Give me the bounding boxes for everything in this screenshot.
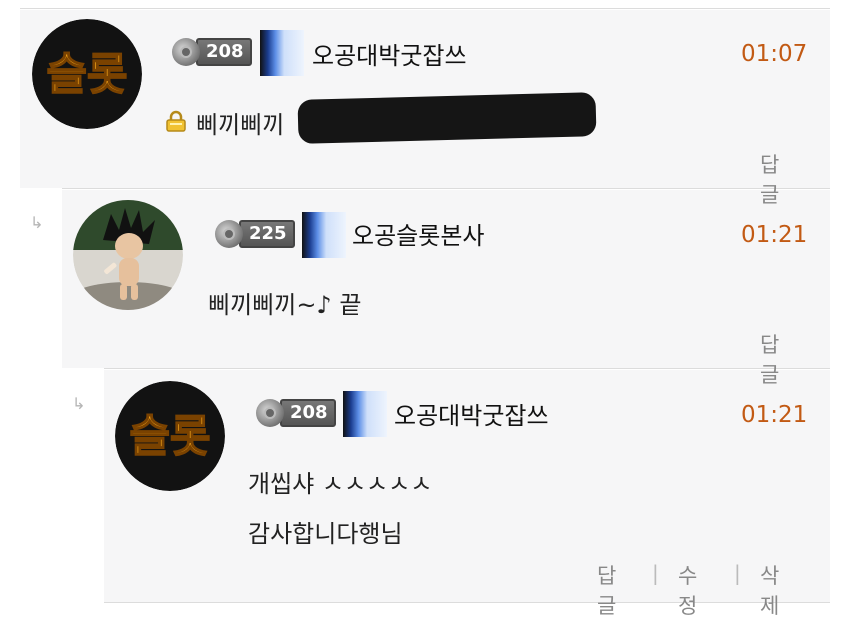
- reply-button[interactable]: 답글: [760, 329, 779, 389]
- level-badge: 208: [172, 38, 252, 66]
- author-nickname[interactable]: 오공대박굿잡쓰: [312, 36, 467, 71]
- grade-icon: [343, 391, 387, 437]
- reply-arrow-icon: ↳: [72, 394, 86, 413]
- separator: [62, 188, 830, 189]
- lock-icon: [165, 110, 187, 132]
- author-nickname[interactable]: 오공대박굿잡쓰: [394, 396, 549, 431]
- comment-text-line: 개씹샤 ㅅㅅㅅㅅㅅ: [248, 470, 433, 498]
- level-badge: 225: [215, 220, 295, 248]
- level-badge-icon: [215, 220, 243, 248]
- level-number: 208: [196, 38, 252, 66]
- grade-icon: [260, 30, 304, 76]
- action-divider: |: [734, 561, 741, 585]
- reply-button[interactable]: 답글: [597, 560, 616, 620]
- avatar-logo-text: 슬롯: [47, 49, 128, 100]
- avatar[interactable]: 슬롯: [115, 381, 225, 491]
- avatar[interactable]: [73, 200, 183, 310]
- comment-text-line: 감사합니다행님: [248, 520, 403, 548]
- author-nickname[interactable]: 오공슬롯본사: [352, 216, 484, 251]
- edit-button[interactable]: 수정: [678, 560, 697, 620]
- avatar-logo-text: 슬롯: [130, 411, 211, 462]
- grade-icon: [302, 212, 346, 258]
- level-badge-icon: [256, 399, 284, 427]
- comment-text: 삐끼삐끼~♪ 끝: [208, 291, 362, 319]
- redacted-text: [297, 92, 597, 144]
- delete-button[interactable]: 삭제: [760, 560, 779, 620]
- comment-time: 01:21: [741, 402, 808, 428]
- level-badge: 208: [256, 399, 336, 427]
- separator: [104, 602, 830, 603]
- separator: [104, 368, 830, 369]
- level-badge-icon: [172, 38, 200, 66]
- separator: [20, 8, 830, 9]
- level-number: 225: [239, 220, 295, 248]
- action-divider: |: [652, 561, 659, 585]
- comment-time: 01:07: [741, 41, 808, 67]
- level-number: 208: [280, 399, 336, 427]
- reply-button[interactable]: 답글: [760, 149, 779, 209]
- comment-text: 삐끼삐끼: [196, 111, 285, 139]
- avatar[interactable]: 슬롯: [32, 19, 142, 129]
- comment-time: 01:21: [741, 222, 808, 248]
- reply-arrow-icon: ↳: [30, 213, 44, 232]
